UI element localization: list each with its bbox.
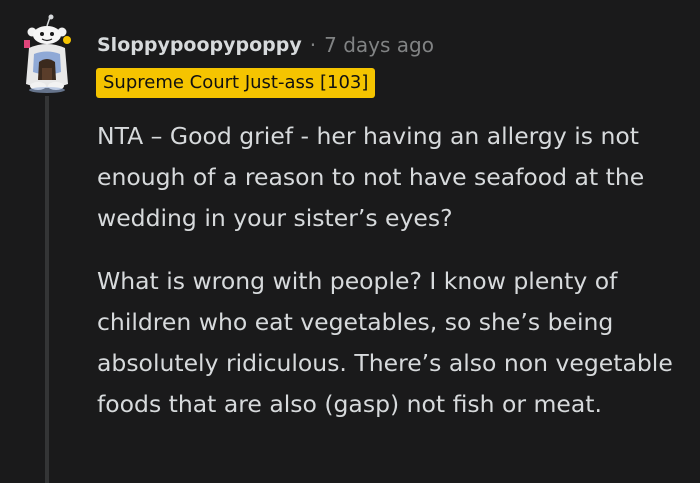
comment-header: Sloppypoopypoppy · 7 days ago — [97, 28, 434, 62]
user-flair-badge: Supreme Court Just-ass [103] — [96, 68, 376, 98]
thread-line[interactable] — [45, 96, 49, 483]
snoo-avatar-icon[interactable] — [20, 14, 74, 94]
username-link[interactable]: Sloppypoopypoppy — [97, 34, 302, 56]
comment-paragraph: What is wrong with people? I know plenty… — [97, 267, 673, 418]
timestamp[interactable]: 7 days ago — [324, 33, 434, 57]
comment: Sloppypoopypoppy · 7 days ago Supreme Co… — [0, 0, 700, 483]
comment-body: NTA – Good grief - her having an allergy… — [97, 116, 687, 425]
meta-separator: · — [309, 33, 317, 57]
comment-paragraph: NTA – Good grief - her having an allergy… — [97, 122, 645, 232]
